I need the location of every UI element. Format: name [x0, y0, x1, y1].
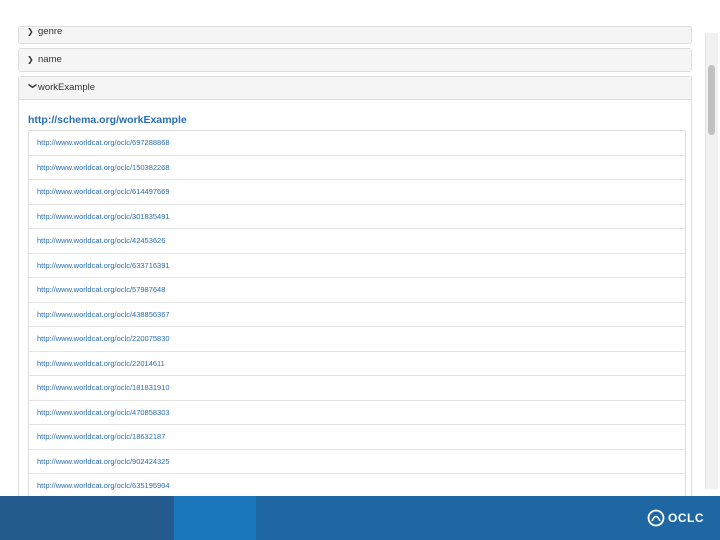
property-panel-genre: ❯ genre	[18, 26, 692, 44]
panel-title-genre: genre	[38, 26, 63, 37]
panel-header-genre[interactable]: ❯ genre	[19, 26, 691, 40]
value-row[interactable]: http://www.worldcat.org/oclc/614497669	[29, 180, 685, 205]
vertical-scrollbar[interactable]	[705, 33, 718, 489]
value-row[interactable]: http://www.worldcat.org/oclc/57987648	[29, 278, 685, 303]
chevron-down-icon: ❯	[28, 82, 38, 90]
chevron-right-icon: ❯	[27, 27, 34, 36]
property-panel-workexample: ❯workExample http://schema.org/workExamp…	[18, 76, 692, 496]
value-row[interactable]: http://www.worldcat.org/oclc/697288868	[29, 131, 685, 156]
value-row[interactable]: http://www.worldcat.org/oclc/150382268	[29, 156, 685, 180]
panel-header-workexample[interactable]: ❯workExample	[19, 77, 691, 100]
panel-title-workexample: workExample	[38, 82, 96, 93]
value-row[interactable]: http://www.worldcat.org/oclc/220075830	[29, 327, 685, 352]
oclc-logo-text: OCLC	[668, 511, 704, 525]
value-row[interactable]: http://www.worldcat.org/oclc/42453626	[29, 229, 685, 254]
panel-title-name: name	[38, 54, 62, 65]
value-row[interactable]: http://www.worldcat.org/oclc/301835491	[29, 205, 685, 229]
panel-header-name[interactable]: ❯ name	[19, 49, 691, 71]
property-panel-name: ❯ name	[18, 48, 692, 72]
slide-footer-bar: OCLC	[0, 496, 720, 540]
scrollbar-thumb[interactable]	[708, 65, 715, 135]
value-row[interactable]: http://www.worldcat.org/oclc/18632187	[29, 425, 685, 450]
browser-viewport: ❯ genre ❯ name ❯workExample http://schema.…	[0, 0, 720, 496]
value-row[interactable]: http://www.worldcat.org/oclc/633716391	[29, 254, 685, 278]
oclc-mark-icon	[647, 509, 665, 527]
value-row[interactable]: http://www.worldcat.org/oclc/902424325	[29, 450, 685, 474]
chevron-right-icon: ❯	[27, 55, 34, 64]
footer-color-block-1	[0, 496, 174, 540]
value-row[interactable]: http://www.worldcat.org/oclc/438856367	[29, 303, 685, 327]
footer-color-block-2	[174, 496, 256, 540]
property-url-link[interactable]: http://schema.org/workExample	[28, 114, 691, 126]
oclc-logo: OCLC	[647, 507, 704, 529]
value-row[interactable]: http://www.worldcat.org/oclc/181831910	[29, 376, 685, 401]
value-row[interactable]: http://www.worldcat.org/oclc/470858303	[29, 401, 685, 425]
value-row[interactable]: http://www.worldcat.org/oclc/22014611	[29, 352, 685, 376]
value-row[interactable]: http://www.worldcat.org/oclc/635195904	[29, 474, 685, 496]
value-list: http://www.worldcat.org/oclc/697288868 h…	[28, 130, 686, 496]
